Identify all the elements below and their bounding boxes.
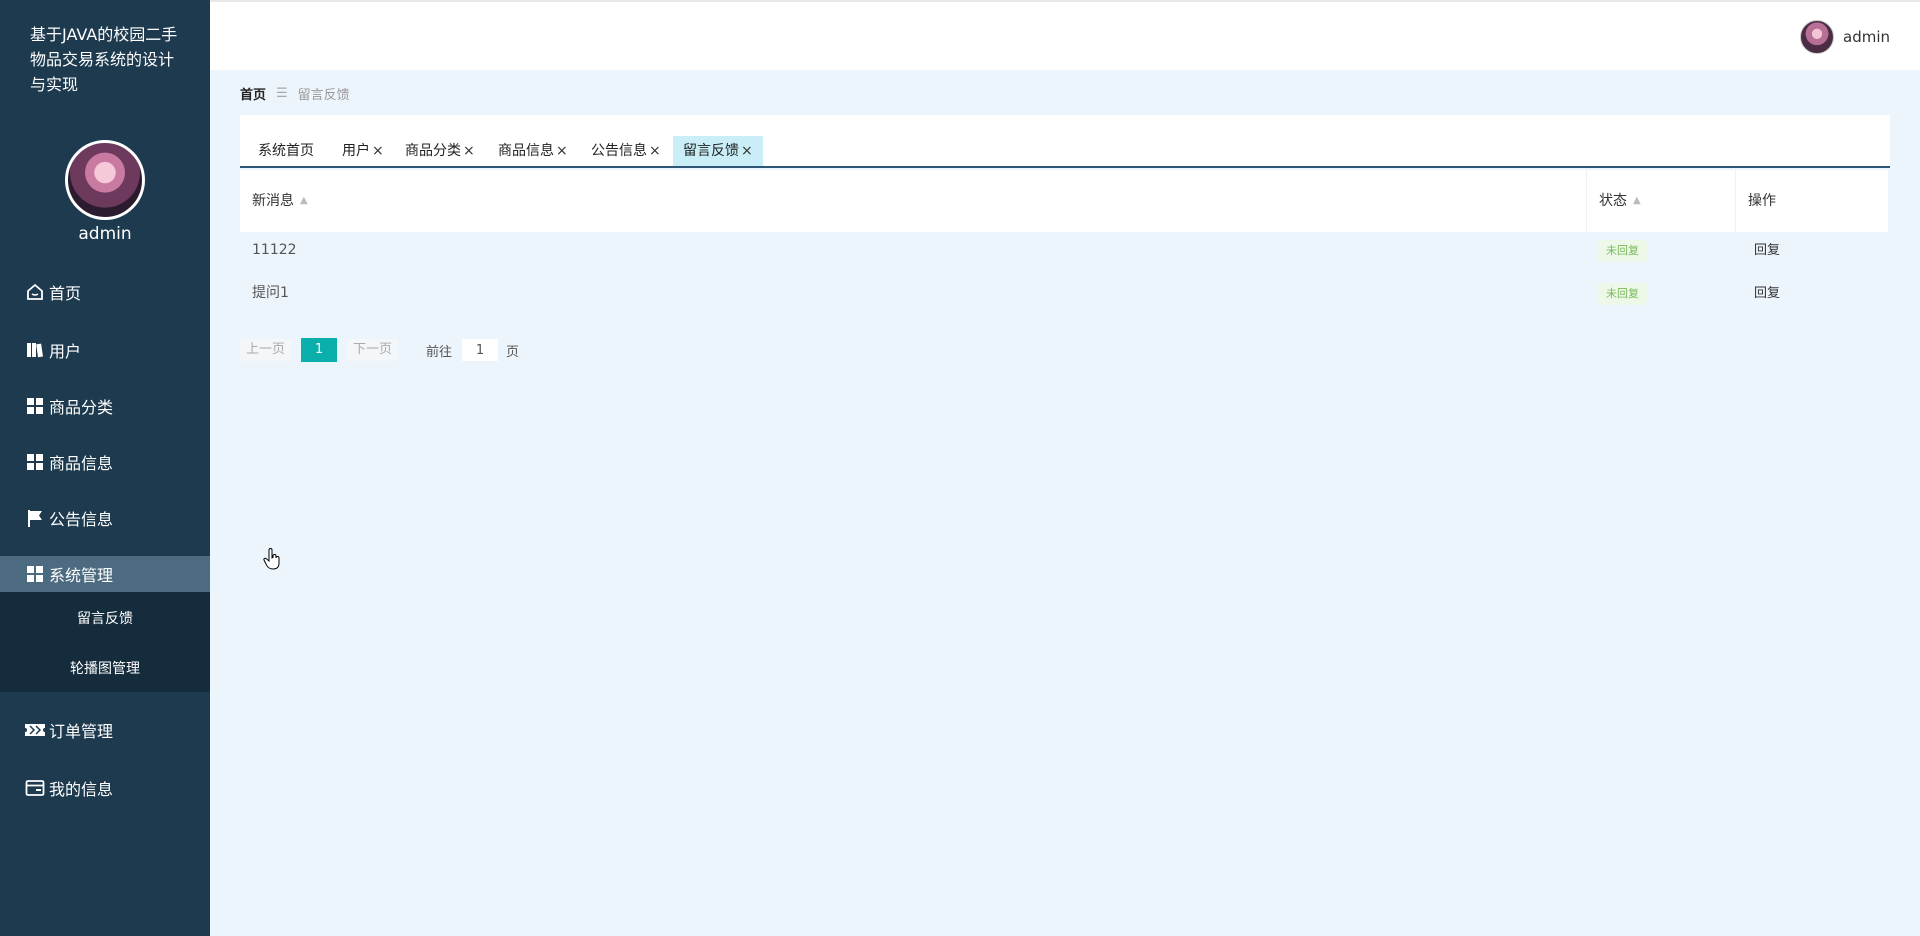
prev-page-button[interactable]: 上一页 — [240, 339, 292, 361]
sidebar-item-goods[interactable]: 商品信息 — [0, 442, 210, 482]
goto-page-input[interactable] — [462, 339, 499, 361]
table-row: 11122 未回复 回复 — [240, 229, 1888, 272]
tab-goods[interactable]: 商品信息 × — [488, 136, 578, 166]
top-bar: admin — [210, 0, 1920, 70]
sidebar: 基于JAVA的校园二手物品交易系统的设计与实现 admin 首页 用户 商品分类… — [0, 0, 210, 936]
goto-unit: 页 — [506, 344, 520, 360]
tab-label: 留言反馈 — [683, 143, 739, 159]
goto-label: 前往 — [426, 344, 453, 360]
tab-label: 商品分类 — [405, 143, 461, 159]
tab-home[interactable]: 系统首页 — [248, 136, 324, 166]
column-header-message[interactable]: 新消息 ▲ — [240, 170, 308, 232]
sidebar-item-notice[interactable]: 公告信息 — [0, 498, 210, 538]
close-icon[interactable]: × — [463, 143, 475, 159]
sidebar-item-system[interactable]: 系统管理 — [0, 556, 210, 592]
sidebar-item-label: 商品信息 — [49, 454, 114, 473]
close-icon[interactable]: × — [556, 143, 568, 159]
tabs-bar: 系统首页 用户 × 商品分类 × 商品信息 × 公告信息 × 留言反馈 × — [240, 115, 1890, 168]
close-icon[interactable]: × — [372, 143, 384, 159]
sidebar-item-orders[interactable]: 订单管理 — [0, 710, 210, 750]
column-label: 新消息 — [252, 193, 294, 209]
message-cell: 11122 — [252, 242, 297, 258]
column-header-action: 操作 — [1736, 170, 1776, 232]
breadcrumb-home[interactable]: 首页 — [240, 84, 266, 103]
card-icon — [24, 777, 46, 799]
column-label: 操作 — [1748, 193, 1776, 209]
pagination: 上一页 1 下一页 前往 页 — [240, 338, 519, 362]
sidebar-item-label: 首页 — [49, 284, 82, 303]
next-page-button[interactable]: 下一页 — [347, 339, 399, 361]
breadcrumb-current: 留言反馈 — [297, 88, 350, 103]
sort-icon[interactable]: ▲ — [1633, 170, 1641, 232]
book-icon — [24, 339, 46, 361]
submenu-item-carousel[interactable]: 轮播图管理 — [0, 658, 210, 678]
tab-label: 商品信息 — [498, 143, 554, 159]
grid-icon — [24, 451, 46, 473]
grid-icon — [24, 563, 46, 585]
action-cell: 回复 — [1754, 272, 1780, 315]
close-icon[interactable]: × — [741, 143, 753, 159]
tab-label: 用户 — [342, 143, 370, 159]
action-cell: 回复 — [1754, 229, 1780, 272]
sidebar-item-label: 系统管理 — [49, 566, 114, 585]
grid-icon — [24, 395, 46, 417]
sidebar-item-label: 公告信息 — [49, 510, 114, 529]
content-card: 系统首页 用户 × 商品分类 × 商品信息 × 公告信息 × 留言反馈 × 新消息 ▲ 状态… — [240, 115, 1890, 345]
admin-name: admin — [78, 224, 132, 244]
ticket-icon — [24, 719, 46, 741]
sidebar-item-users[interactable]: 用户 — [0, 330, 210, 370]
avatar — [65, 140, 145, 220]
tab-feedback[interactable]: 留言反馈 × — [673, 136, 763, 166]
sidebar-item-label: 用户 — [49, 342, 82, 361]
reply-button[interactable]: 回复 — [1754, 243, 1780, 258]
app-title: 基于JAVA的校园二手物品交易系统的设计与实现 — [30, 25, 178, 94]
column-header-status[interactable]: 状态 ▲ — [1587, 170, 1641, 232]
user-avatar[interactable] — [1800, 20, 1834, 54]
status-badge: 未回复 — [1598, 240, 1647, 262]
status-badge: 未回复 — [1598, 283, 1647, 305]
sidebar-item-home[interactable]: 首页 — [0, 272, 210, 312]
sidebar-item-label: 商品分类 — [49, 398, 114, 417]
flag-icon — [24, 507, 46, 529]
sidebar-item-profile[interactable]: 我的信息 — [0, 768, 210, 808]
sidebar-item-label: 我的信息 — [49, 780, 114, 799]
tab-users[interactable]: 用户 × — [332, 136, 394, 166]
status-cell: 未回复 — [1598, 229, 1647, 272]
sort-icon[interactable]: ▲ — [300, 170, 308, 232]
tab-notice[interactable]: 公告信息 × — [581, 136, 671, 166]
submenu-item-feedback[interactable]: 留言反馈 — [0, 608, 210, 628]
breadcrumb-separator-icon: ☰ — [276, 86, 288, 101]
sidebar-item-category[interactable]: 商品分类 — [0, 386, 210, 426]
page-number-button[interactable]: 1 — [301, 338, 338, 362]
system-submenu: 留言反馈 轮播图管理 — [0, 592, 210, 692]
column-label: 状态 — [1599, 193, 1627, 209]
table-row: 提问1 未回复 回复 — [240, 272, 1888, 315]
hand-cursor-icon — [263, 548, 281, 570]
status-cell: 未回复 — [1598, 272, 1647, 315]
breadcrumb: 首页 ☰ 留言反馈 — [240, 84, 350, 103]
reply-button[interactable]: 回复 — [1754, 286, 1780, 301]
close-icon[interactable]: × — [649, 143, 661, 159]
home-icon — [24, 281, 46, 303]
tab-label: 公告信息 — [591, 143, 647, 159]
table-header: 新消息 ▲ 状态 ▲ 操作 — [240, 170, 1888, 232]
top-username[interactable]: admin — [1843, 28, 1890, 46]
message-cell: 提问1 — [252, 285, 289, 301]
sidebar-item-label: 订单管理 — [49, 722, 114, 741]
tab-label: 系统首页 — [258, 143, 314, 159]
tab-category[interactable]: 商品分类 × — [395, 136, 485, 166]
